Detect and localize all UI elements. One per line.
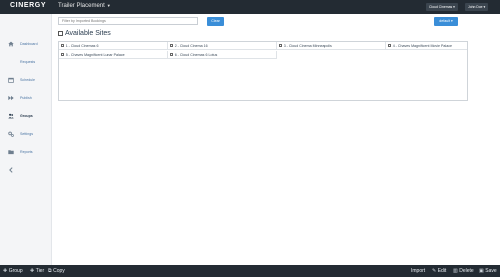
- sidebar-item-label: Settings: [20, 132, 33, 136]
- site-label: 3 - Cloud Cinema Minneapolis: [283, 44, 332, 48]
- edit-label: Edit: [437, 268, 447, 274]
- site-checkbox[interactable]: [170, 44, 174, 48]
- sidebar-item-requests[interactable]: Requests: [0, 55, 52, 69]
- site-checkbox[interactable]: [170, 53, 174, 57]
- site-checkbox[interactable]: [279, 44, 283, 48]
- site-item[interactable]: 6 - Cloud Cinemas 6 Lotus: [168, 51, 277, 59]
- app-title: Trailer Placement: [58, 3, 105, 9]
- filter-input[interactable]: [58, 17, 198, 25]
- clear-button[interactable]: Clear: [207, 17, 224, 26]
- pencil-icon: ✎: [432, 268, 437, 274]
- site-checkbox[interactable]: [61, 53, 65, 57]
- sidebar-item-label: Publish: [20, 96, 32, 100]
- home-icon: [8, 41, 14, 47]
- sites-panel: 1 - Cloud Cinemas 6 2 - Cloud Cinema 16 …: [58, 41, 468, 101]
- copy-icon: ⧉: [48, 268, 52, 274]
- logo[interactable]: CINERGY: [10, 2, 46, 9]
- bottom-toolbar: ✚ Group ✚ Tier ⧉ Copy Import ✎ Edit ▥ Delete …: [0, 265, 500, 277]
- add-group-button[interactable]: ✚ Group: [3, 268, 23, 274]
- delete-button[interactable]: ▥ Delete: [453, 268, 474, 274]
- floppy-icon: ▣: [479, 268, 484, 274]
- site-item[interactable]: 1 - Cloud Cinemas 6: [59, 42, 168, 50]
- theater-select[interactable]: Cloud Cinemas ▾: [426, 3, 458, 11]
- site-label: 6 - Cloud Cinemas 6 Lotus: [174, 53, 218, 57]
- chevron-left-icon: [8, 167, 14, 173]
- sidebar-item-publish[interactable]: Publish: [0, 91, 52, 105]
- save-button[interactable]: ▣ Save: [479, 268, 497, 274]
- plus-icon: ✚: [30, 268, 35, 274]
- site-label: 4 - Chaves Magnificent Movie Palace: [392, 44, 453, 48]
- users-icon: [8, 113, 14, 119]
- sidebar-item-reports[interactable]: Reports: [0, 145, 52, 159]
- calendar-icon: [8, 77, 14, 83]
- copy-button[interactable]: ⧉ Copy: [48, 268, 65, 274]
- copy-label: Copy: [53, 268, 65, 274]
- site-checkbox[interactable]: [388, 44, 392, 48]
- sidebar-collapse-button[interactable]: [0, 163, 52, 177]
- available-sites-heading: Available Sites: [58, 30, 111, 37]
- sidebar-item-label: Dashboard: [20, 42, 38, 46]
- app-title-dropdown[interactable]: Trailer Placement ▼: [58, 3, 111, 9]
- sidebar-item-label: Requests: [20, 60, 36, 64]
- import-button[interactable]: Import: [411, 268, 425, 274]
- site-label: 2 - Cloud Cinema 16: [174, 44, 208, 48]
- chevron-down-icon: ▼: [106, 3, 111, 8]
- site-item[interactable]: 3 - Cloud Cinema Minneapolis: [277, 42, 386, 50]
- sidebar: Dashboard Requests Schedule Publish Grou…: [0, 14, 52, 265]
- site-item[interactable]: 5 - Chaves Magnificent Lunar Palace: [59, 51, 168, 59]
- add-group-label: Group: [8, 268, 23, 274]
- sidebar-item-dashboard[interactable]: Dashboard: [0, 37, 52, 51]
- site-label: 1 - Cloud Cinemas 6: [65, 44, 99, 48]
- edit-button[interactable]: ✎ Edit: [432, 268, 446, 274]
- plus-icon: ✚: [3, 268, 8, 274]
- sidebar-item-settings[interactable]: Settings: [0, 127, 52, 141]
- add-tier-button[interactable]: ✚ Tier: [30, 268, 44, 274]
- sidebar-item-label: Groups: [20, 114, 33, 118]
- folder-icon: [8, 149, 14, 155]
- site-item[interactable]: 2 - Cloud Cinema 16: [168, 42, 277, 50]
- site-checkbox[interactable]: [61, 44, 65, 48]
- available-sites-title: Available Sites: [65, 30, 111, 37]
- sidebar-item-label: Reports: [20, 150, 33, 154]
- delete-label: Delete: [459, 268, 474, 274]
- gears-icon: [8, 131, 14, 137]
- select-all-checkbox[interactable]: [58, 30, 63, 36]
- sidebar-item-schedule[interactable]: Schedule: [0, 73, 52, 87]
- fast-forward-icon: [8, 95, 14, 101]
- add-tier-label: Tier: [35, 268, 45, 274]
- trash-icon: ▥: [453, 268, 458, 274]
- site-item[interactable]: 4 - Chaves Magnificent Movie Palace: [386, 42, 467, 50]
- top-navbar: CINERGY Trailer Placement ▼ Cloud Cinemas…: [0, 0, 500, 14]
- default-dropdown-button[interactable]: default ▾: [434, 17, 458, 26]
- import-label: Import: [411, 268, 426, 274]
- save-label: Save: [485, 268, 497, 274]
- user-menu[interactable]: John Doe ▾: [465, 3, 489, 11]
- sidebar-item-groups[interactable]: Groups: [0, 109, 52, 123]
- sidebar-item-label: Schedule: [20, 78, 35, 82]
- site-label: 5 - Chaves Magnificent Lunar Palace: [65, 53, 125, 57]
